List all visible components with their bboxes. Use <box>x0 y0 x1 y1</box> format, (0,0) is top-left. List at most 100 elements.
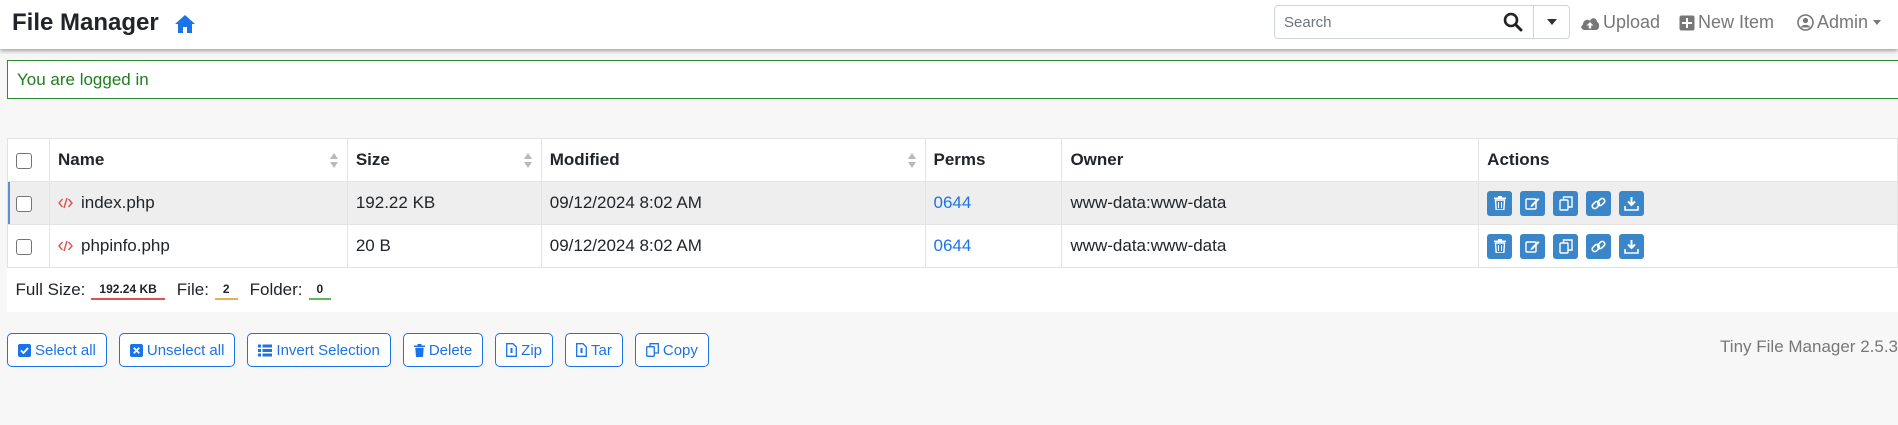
folder-count-label: Folder: <box>249 279 303 299</box>
copy-icon <box>1558 238 1573 254</box>
select-all-header <box>7 138 50 182</box>
search-input[interactable] <box>1275 6 1493 38</box>
file-archive-icon <box>576 343 587 357</box>
select-all-checkbox[interactable] <box>16 152 32 169</box>
invert-selection-button[interactable]: Invert Selection <box>247 333 391 367</box>
link-action-button[interactable] <box>1586 190 1612 216</box>
file-count-badge: 2 <box>214 279 238 300</box>
download-icon <box>1624 239 1639 254</box>
copy-action-button[interactable] <box>1553 233 1579 259</box>
x-square-icon <box>129 343 143 357</box>
delete-action-button[interactable] <box>1487 190 1513 216</box>
size-cell: 20 B <box>346 224 542 268</box>
search-group <box>1274 5 1570 39</box>
perms-cell: 0644 <box>924 181 1063 225</box>
full-size-badge: 192.24 KB <box>91 279 165 300</box>
column-label: Actions <box>1487 150 1550 169</box>
modified-cell: 09/12/2024 8:02 AM <box>540 224 926 268</box>
column-header-owner: Owner <box>1061 138 1480 182</box>
admin-menu[interactable]: Admin <box>1797 12 1882 33</box>
edit-action-button[interactable] <box>1520 190 1546 216</box>
edit-action-button[interactable] <box>1520 233 1546 259</box>
row-select-cell <box>7 224 50 268</box>
unselect-all-label: Unselect all <box>146 341 225 359</box>
column-label: Name <box>57 150 105 169</box>
new-item-label: New Item <box>1698 12 1775 32</box>
modified-cell: 09/12/2024 8:02 AM <box>540 181 926 225</box>
sort-icon <box>523 153 532 169</box>
row-checkbox[interactable] <box>16 238 32 255</box>
bulk-action-bar: Select all Unselect all Invert Selection… <box>7 333 709 367</box>
tar-label: Tar <box>591 341 612 359</box>
link-icon <box>1591 197 1606 209</box>
folder-count-badge: 0 <box>308 279 332 300</box>
cloud-upload-icon <box>1581 17 1600 30</box>
table-row[interactable]: index.php 192.22 KB 09/12/2024 8:02 AM 0… <box>7 181 1898 225</box>
table-footer-row: Full Size: 192.24 KB File: 2 Folder: 0 <box>7 267 1898 312</box>
plus-square-icon <box>1679 15 1695 30</box>
actions-cell <box>1478 224 1898 268</box>
upload-label: Upload <box>1603 12 1661 32</box>
copy-icon <box>645 343 659 357</box>
copy-icon <box>1558 195 1573 211</box>
delete-action-button[interactable] <box>1487 233 1513 259</box>
column-header-size[interactable]: Size <box>346 138 542 182</box>
name-cell: index.php <box>48 181 348 225</box>
search-options-dropdown[interactable] <box>1533 6 1569 38</box>
user-circle-icon <box>1797 14 1814 31</box>
download-action-button[interactable] <box>1619 233 1645 259</box>
trash-icon <box>413 343 425 357</box>
select-all-label: Select all <box>35 341 96 359</box>
download-action-button[interactable] <box>1619 190 1645 216</box>
file-name-link[interactable]: index.php <box>81 193 155 213</box>
column-label: Modified <box>549 150 620 169</box>
file-table: Name Size Modified Perms Owner Actions i… <box>7 138 1898 312</box>
table-row[interactable]: phpinfo.php 20 B 09/12/2024 8:02 AM 0644… <box>7 224 1898 268</box>
column-header-modified[interactable]: Modified <box>540 138 926 182</box>
upload-link[interactable]: Upload <box>1580 12 1660 33</box>
invert-selection-label: Invert Selection <box>276 341 380 359</box>
copy-button[interactable]: Copy <box>634 333 709 367</box>
file-name-link[interactable]: phpinfo.php <box>81 236 170 256</box>
home-icon[interactable] <box>173 12 197 36</box>
owner-cell: www-data:www-data <box>1061 224 1480 268</box>
delete-label: Delete <box>428 341 473 359</box>
full-size-label: Full Size: <box>15 279 86 299</box>
column-header-perms: Perms <box>924 138 1063 182</box>
row-select-cell <box>7 181 50 225</box>
alert-message: You are logged in <box>17 69 149 89</box>
file-count-label: File: <box>176 279 209 299</box>
zip-label: Zip <box>521 341 543 359</box>
edit-icon <box>1525 197 1540 210</box>
login-alert: You are logged in <box>7 60 1898 99</box>
select-all-button[interactable]: Select all <box>7 333 107 367</box>
size-cell: 192.22 KB <box>346 181 542 225</box>
trash-icon <box>1493 196 1506 210</box>
zip-button[interactable]: Zip <box>495 333 554 367</box>
column-label: Size <box>355 150 390 169</box>
table-header-row: Name Size Modified Perms Owner Actions <box>7 138 1898 182</box>
column-header-name[interactable]: Name <box>48 138 348 182</box>
perms-link[interactable]: 0644 <box>934 236 972 255</box>
column-label: Perms <box>933 150 986 169</box>
footer-stats: Full Size: 192.24 KB File: 2 Folder: 0 <box>15 279 1890 300</box>
delete-button[interactable]: Delete <box>402 333 484 367</box>
copy-action-button[interactable] <box>1553 190 1579 216</box>
check-square-icon <box>18 343 31 357</box>
tar-button[interactable]: Tar <box>565 333 623 367</box>
download-icon <box>1624 196 1639 211</box>
brand-title[interactable]: File Manager <box>12 9 159 37</box>
unselect-all-button[interactable]: Unselect all <box>118 333 236 367</box>
sort-icon <box>329 153 338 169</box>
perms-link[interactable]: 0644 <box>934 193 972 212</box>
new-item-link[interactable]: New Item <box>1679 12 1774 33</box>
file-code-icon <box>58 197 73 209</box>
file-zip-icon <box>506 343 518 357</box>
link-action-button[interactable] <box>1586 233 1612 259</box>
row-checkbox[interactable] <box>16 195 32 212</box>
search-button[interactable] <box>1493 6 1533 38</box>
admin-label: Admin <box>1817 12 1869 32</box>
column-header-actions: Actions <box>1478 138 1898 182</box>
name-cell: phpinfo.php <box>48 224 348 268</box>
top-navbar: File Manager Upload New Item Admin <box>0 0 1898 49</box>
